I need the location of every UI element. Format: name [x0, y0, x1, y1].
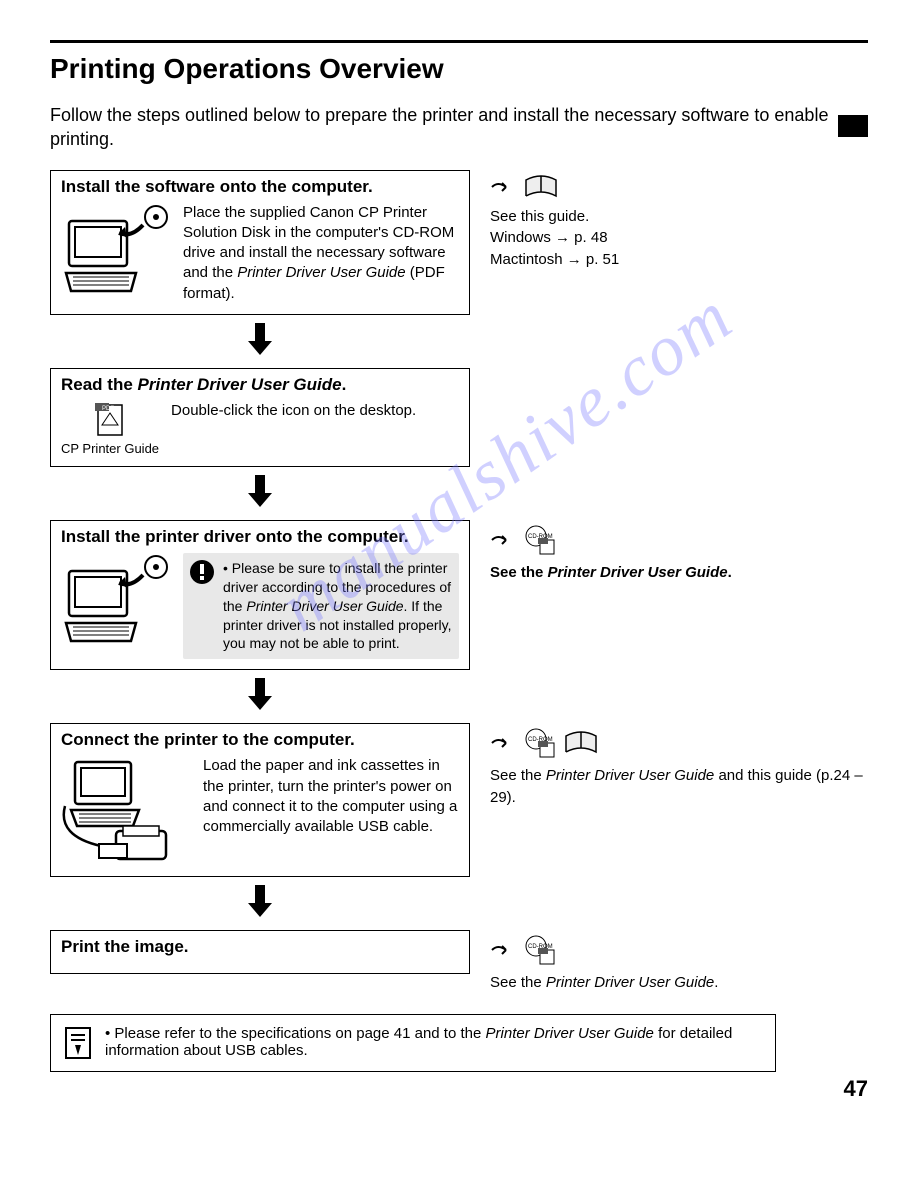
- step-4-title: Connect the printer to the computer.: [61, 730, 459, 750]
- computer-cd-icon: [61, 203, 171, 298]
- step-2-title-pre: Read the: [61, 375, 138, 394]
- step-4-side-icons: CD-ROM: [490, 727, 868, 759]
- step-3-side-post: .: [728, 564, 732, 581]
- step-2-icon-caption: CP Printer Guide: [61, 441, 159, 456]
- step-4-side: CD-ROM See the Printer Driver User Guide…: [490, 723, 868, 809]
- arrow-down-icon: [246, 883, 274, 919]
- step-2-body: Double-click the icon on the desktop.: [171, 401, 459, 421]
- step-1-side-line3: Mactintosh → p. 51: [490, 249, 868, 271]
- pdf-file-icon: PDF CP Printer Guide: [61, 401, 159, 456]
- step-5-title: Print the image.: [61, 937, 459, 957]
- step-3-side-icons: CD-ROM: [490, 524, 868, 556]
- page-title: Printing Operations Overview: [50, 53, 868, 85]
- computer-printer-icon: [61, 756, 191, 866]
- arrow-down-icon: [246, 321, 274, 357]
- step-1-side: See this guide. Windows → p. 48 Mactinto…: [490, 170, 868, 271]
- step-5-side-italic: Printer Driver User Guide: [546, 974, 714, 991]
- step-2-title-italic: Printer Driver User Guide: [138, 375, 342, 394]
- footnote-box: • Please refer to the specifications on …: [50, 1014, 776, 1072]
- step-4-body: Load the paper and ink cassettes in the …: [203, 756, 459, 837]
- intro-text: Follow the steps outlined below to prepa…: [50, 103, 868, 152]
- step-3-title: Install the printer driver onto the comp…: [61, 527, 459, 547]
- note-icon: [63, 1025, 93, 1061]
- step-1-side-line1: See this guide.: [490, 206, 868, 228]
- step-4-box: Connect the printer to the computer. Loa…: [50, 723, 470, 877]
- step-5-side-pre: See the: [490, 974, 546, 991]
- step-5-side-post: .: [714, 974, 718, 991]
- step-1-box: Install the software onto the computer. …: [50, 170, 470, 315]
- step-3-body-italic: Printer Driver User Guide: [246, 598, 403, 614]
- arrow-down-icon: [246, 676, 274, 712]
- svg-text:PDF: PDF: [102, 406, 114, 412]
- step-1-side-icons: [490, 174, 868, 200]
- step-2-title: Read the Printer Driver User Guide.: [61, 375, 459, 395]
- step-3-side-italic: Printer Driver User Guide: [548, 564, 728, 581]
- step-3-side-pre: See the: [490, 564, 548, 581]
- step-5-side: CD-ROM See the Printer Driver User Guide…: [490, 930, 868, 994]
- arrow-down-icon: [246, 473, 274, 509]
- step-3-body: • Please be sure to install the printer …: [223, 559, 453, 653]
- step-5-side-icons: CD-ROM: [490, 934, 868, 966]
- step-1-body: Place the supplied Canon CP Printer Solu…: [183, 203, 459, 304]
- step-2-box: Read the Printer Driver User Guide. PDF …: [50, 368, 470, 467]
- step-1-title: Install the software onto the computer.: [61, 177, 459, 197]
- step-2-title-post: .: [342, 375, 347, 394]
- top-rule: [50, 40, 868, 43]
- step-4-side-pre: See the: [490, 767, 546, 784]
- step-3-side: CD-ROM See the Printer Driver User Guide…: [490, 520, 868, 584]
- step-1-body-italic: Printer Driver User Guide: [237, 264, 405, 281]
- step-4-side-italic: Printer Driver User Guide: [546, 767, 714, 784]
- computer-cd-icon: [61, 553, 171, 648]
- chapter-thumb-tab: [838, 115, 868, 137]
- footnote-text: • Please refer to the specifications on …: [105, 1025, 763, 1059]
- step-5-box: Print the image.: [50, 930, 470, 974]
- footnote-italic: Printer Driver User Guide: [486, 1025, 654, 1042]
- page-number: 47: [50, 1076, 868, 1102]
- step-3-box: Install the printer driver onto the comp…: [50, 520, 470, 670]
- footnote-pre: Please refer to the specifications on pa…: [114, 1025, 485, 1042]
- warning-icon: [189, 559, 215, 585]
- step-1-side-line2: Windows → p. 48: [490, 227, 868, 249]
